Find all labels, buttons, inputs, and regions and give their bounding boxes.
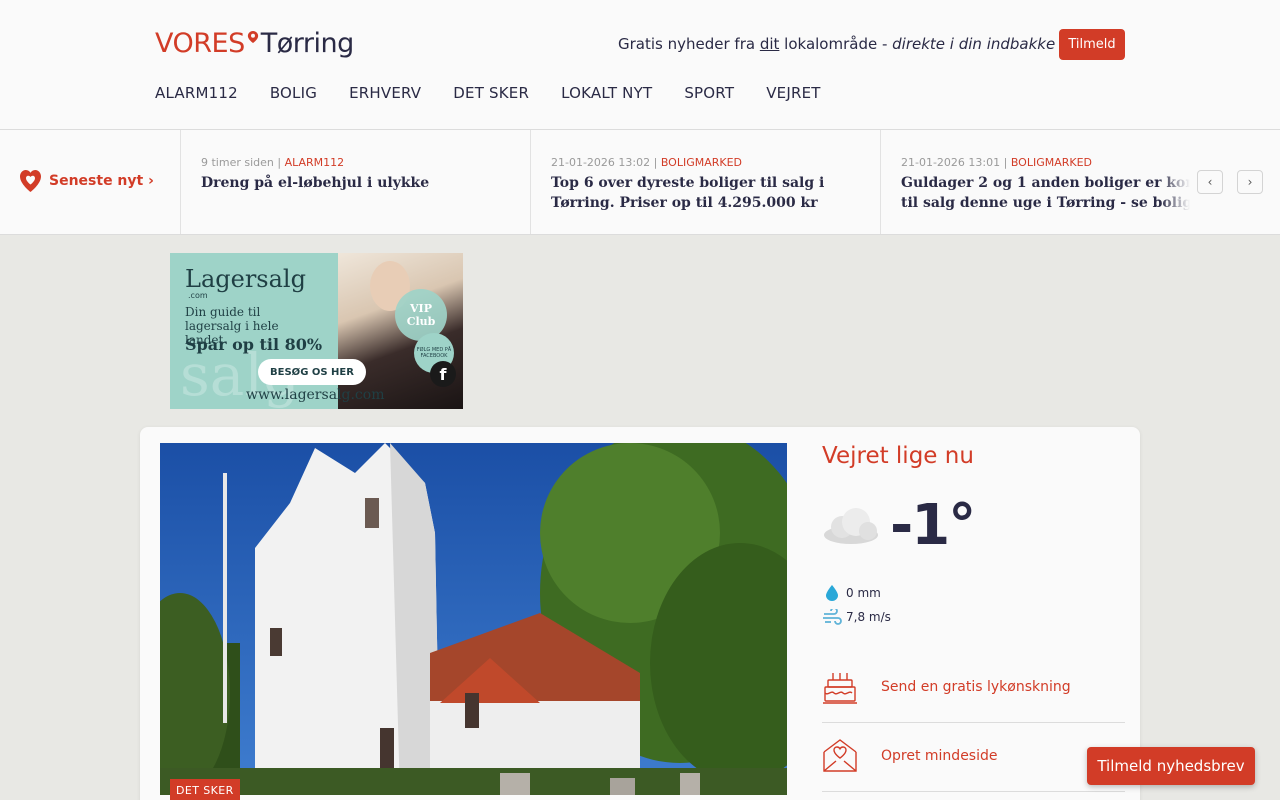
nav-item-det-sker[interactable]: DET SKER — [453, 84, 529, 102]
site-header: VORES Tørring Gratis nyheder fra dit lok… — [0, 0, 1280, 130]
weather-temperature: -1° — [890, 493, 976, 558]
nav-item-bolig[interactable]: BOLIG — [270, 84, 317, 102]
ticker-category[interactable]: BOLIGMARKED — [1011, 156, 1092, 169]
congrats-link[interactable]: Send en gratis lykønskning — [822, 669, 1125, 705]
ticker-category[interactable]: ALARM112 — [285, 156, 345, 169]
latest-news-link[interactable]: Seneste nyt › — [20, 170, 154, 192]
ticker-title-line: Top 6 over dyreste boliger til salg i — [551, 175, 825, 191]
ticker-time: 9 timer siden — [201, 156, 274, 169]
memorial-envelope-icon — [823, 739, 857, 772]
ad-cta-button[interactable]: BESØG OS HER — [258, 359, 366, 385]
memorial-link[interactable]: Opret mindeside — [822, 738, 1125, 774]
ad-brand-sub: .com — [188, 291, 208, 300]
tagline-italic: direkte i din indbakke — [892, 35, 1056, 53]
subscribe-button[interactable]: Tilmeld — [1059, 29, 1125, 60]
article-photo-church[interactable] — [160, 443, 787, 795]
ticker-item[interactable]: 9 timer siden | ALARM112 Dreng på el-løb… — [180, 130, 530, 234]
ticker-next-button[interactable]: › — [1237, 170, 1263, 194]
ticker-time: 21-01-2026 13:02 — [551, 156, 651, 169]
weather-title: Vejret lige nu — [822, 443, 974, 469]
church-photo-illustration — [160, 443, 787, 795]
nav-item-erhverv[interactable]: ERHVERV — [349, 84, 421, 102]
tagline-text-mid: lokalområde - — [779, 35, 893, 53]
ticker-item[interactable]: 21-01-2026 13:02 | BOLIGMARKED Top 6 ove… — [530, 130, 880, 234]
newsletter-signup-button[interactable]: Tilmeld nyhedsbrev — [1087, 747, 1255, 785]
nav-item-vejret[interactable]: VEJRET — [766, 84, 820, 102]
nav-item-alarm112[interactable]: ALARM112 — [155, 84, 238, 102]
ad-offer: Spar op til 80% — [185, 335, 323, 354]
ticker-meta: 9 timer siden | ALARM112 — [201, 156, 345, 169]
divider — [822, 722, 1125, 723]
ticker-meta: 21-01-2026 13:02 | BOLIGMARKED — [551, 156, 743, 169]
logo-part-vores: VORES — [155, 28, 245, 59]
ticker-title[interactable]: Dreng på el-løbehjul i ulykke — [201, 173, 510, 193]
raindrop-icon — [822, 583, 842, 603]
ticker-prev-button[interactable]: ‹ — [1197, 170, 1223, 194]
ticker-category[interactable]: BOLIGMARKED — [661, 156, 742, 169]
facebook-icon: f — [430, 361, 456, 387]
ticker-title[interactable]: Top 6 over dyreste boliger til salg i Tør… — [551, 173, 860, 213]
weather-precipitation: 0 mm — [822, 583, 881, 603]
ad-banner-lagersalg[interactable]: salg Lagersalg .com Din guide til lagers… — [170, 253, 463, 409]
birthday-cake-icon — [823, 673, 857, 704]
cloud-icon — [824, 508, 878, 544]
newsletter-tagline: Gratis nyheder fra dit lokalområde - dir… — [618, 35, 1055, 53]
latest-news-label: Seneste nyt › — [49, 173, 154, 189]
featured-card: DET SKER Vejret lige nu -1° 0 mm 7,8 m/s — [140, 427, 1140, 800]
weather-wind: 7,8 m/s — [822, 607, 891, 627]
tagline-underlined: dit — [759, 35, 780, 53]
ticker-title-line: Dreng på el-løbehjul i ulykke — [201, 175, 430, 191]
congrats-label: Send en gratis lykønskning — [881, 679, 1071, 695]
nav-item-lokalt-nyt[interactable]: LOKALT NYT — [561, 84, 652, 102]
article-category-badge[interactable]: DET SKER — [170, 779, 240, 800]
heart-pin-icon — [20, 170, 41, 192]
tagline-text: Gratis nyheder fra — [618, 35, 760, 53]
precipitation-value: 0 mm — [846, 586, 881, 600]
wind-icon — [822, 607, 842, 627]
logo-part-town: Tørring — [260, 28, 355, 59]
site-logo[interactable]: VORES Tørring — [155, 28, 354, 59]
news-ticker: Seneste nyt › 9 timer siden | ALARM112 D… — [0, 130, 1280, 235]
ad-brand: Lagersalg — [185, 265, 306, 293]
main-nav: ALARM112 BOLIG ERHVERV DET SKER LOKALT N… — [155, 84, 853, 102]
nav-item-sport[interactable]: SPORT — [684, 84, 734, 102]
memorial-label: Opret mindeside — [881, 748, 998, 764]
ticker-title-line: Tørring. Priser op til 4.295.000 kr — [551, 195, 818, 211]
ad-url: www.lagersalg.com — [246, 387, 385, 403]
wind-value: 7,8 m/s — [846, 610, 891, 624]
divider — [822, 791, 1125, 792]
ticker-time: 21-01-2026 13:01 — [901, 156, 1001, 169]
location-pin-icon — [247, 30, 258, 43]
